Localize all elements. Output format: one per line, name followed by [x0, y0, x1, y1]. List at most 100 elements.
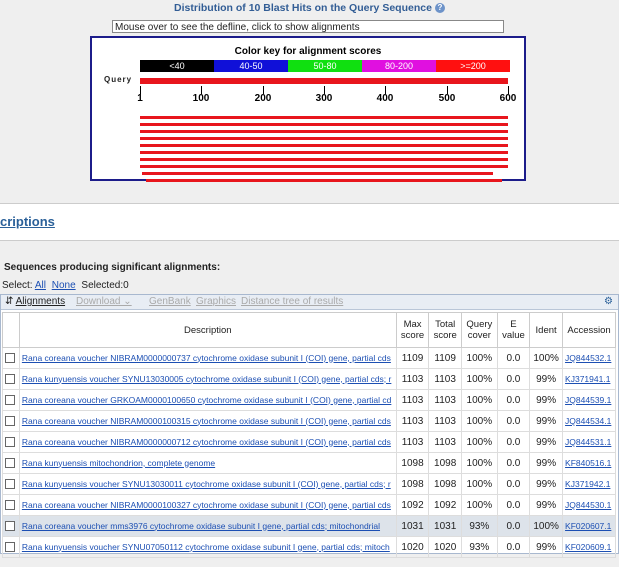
- col-total-score[interactable]: Total score: [428, 312, 462, 348]
- ident: 99%: [529, 410, 564, 432]
- col-e-value[interactable]: E value: [496, 312, 531, 348]
- hit-bar[interactable]: [142, 172, 493, 175]
- e-value: 0.0: [496, 431, 531, 453]
- description-link[interactable]: Rana coreana voucher NIBRAM0000000737 cy…: [22, 353, 391, 363]
- row-description: Rana coreana voucher NIBRAM0000000737 cy…: [18, 347, 397, 369]
- gear-icon[interactable]: ⚙: [604, 295, 613, 309]
- hit-distribution-graph[interactable]: Color key for alignment scores <40 40-50…: [90, 36, 526, 182]
- max-score: 1103: [395, 368, 430, 390]
- download-button[interactable]: Download ⌄: [76, 295, 132, 309]
- results-toolbar: ⇵ Alignments Download ⌄ GenBank Graphics…: [1, 295, 618, 310]
- col-accession[interactable]: Accession: [562, 312, 616, 348]
- select-all-link[interactable]: All: [35, 280, 46, 291]
- accession-link[interactable]: KF020607.1: [565, 521, 611, 531]
- col-description[interactable]: Description: [18, 312, 397, 348]
- hit-bar[interactable]: [140, 165, 508, 168]
- hit-bar[interactable]: [140, 130, 508, 133]
- row-description: Rana kunyuensis voucher SYNU13030011 cyt…: [18, 473, 397, 495]
- help-icon[interactable]: ?: [434, 3, 445, 14]
- table-row[interactable]: Rana kunyuensis mitochondrion, complete …: [2, 452, 616, 474]
- alignments-button[interactable]: ⇵ Alignments: [5, 295, 65, 309]
- description-link[interactable]: Rana coreana voucher GRKOAM0000100650 cy…: [22, 395, 391, 405]
- descriptions-link[interactable]: criptions: [0, 214, 55, 229]
- table-row[interactable]: Rana coreana voucher GRKOAM0000100650 cy…: [2, 389, 616, 411]
- results-table: Description Max score Total score Query …: [2, 312, 616, 558]
- row-checkbox[interactable]: [2, 431, 20, 453]
- accession: KF840516.1: [562, 452, 616, 474]
- e-value: 0.0: [496, 494, 531, 516]
- ruler-tick-label: 600: [499, 93, 517, 104]
- color-key-title: Color key for alignment scores: [234, 46, 382, 57]
- accession-link[interactable]: KF020609.1: [565, 542, 611, 552]
- description-link[interactable]: Rana coreana voucher NIBRAM0000100315 cy…: [22, 416, 391, 426]
- hit-bar[interactable]: [140, 137, 508, 140]
- accession-link[interactable]: JQ844530.1: [565, 500, 611, 510]
- genbank-link[interactable]: GenBank: [149, 295, 191, 309]
- ident: 99%: [529, 494, 564, 516]
- query-cover: 100%: [461, 473, 498, 495]
- table-row[interactable]: Rana coreana voucher NIBRAM0000000712 cy…: [2, 431, 616, 453]
- accession-link[interactable]: KF840516.1: [565, 458, 611, 468]
- row-checkbox[interactable]: [2, 536, 20, 558]
- hit-bar[interactable]: [140, 116, 508, 119]
- accession-link[interactable]: JQ844532.1: [565, 353, 611, 363]
- col-query-cover[interactable]: Query cover: [461, 312, 498, 348]
- description-link[interactable]: Rana coreana voucher NIBRAM0000000712 cy…: [22, 437, 391, 447]
- accession-link[interactable]: JQ844534.1: [565, 416, 611, 426]
- descriptions-header[interactable]: criptions: [0, 203, 619, 241]
- total-score: 1031: [428, 515, 462, 537]
- graphics-link[interactable]: Graphics: [196, 295, 236, 309]
- query-cover: 100%: [461, 347, 498, 369]
- row-checkbox[interactable]: [2, 494, 20, 516]
- accession-link[interactable]: JQ844531.1: [565, 437, 611, 447]
- ruler-tick-label: 200: [254, 93, 272, 104]
- description-link[interactable]: Rana kunyuensis voucher SYNU07050112 cyt…: [22, 542, 390, 552]
- table-row[interactable]: Rana coreana voucher mms3976 cytochrome …: [2, 515, 616, 537]
- row-checkbox[interactable]: [2, 347, 20, 369]
- accession: KF020609.1: [562, 536, 616, 558]
- ident: 100%: [529, 515, 564, 537]
- table-row[interactable]: Rana coreana voucher NIBRAM0000100315 cy…: [2, 410, 616, 432]
- description-link[interactable]: Rana kunyuensis voucher SYNU13030005 cyt…: [22, 374, 391, 384]
- description-link[interactable]: Rana kunyuensis mitochondrion, complete …: [22, 458, 215, 468]
- description-link[interactable]: Rana coreana voucher NIBRAM0000100327 cy…: [22, 500, 391, 510]
- description-link[interactable]: Rana coreana voucher mms3976 cytochrome …: [22, 521, 380, 531]
- row-checkbox[interactable]: [2, 452, 20, 474]
- row-description: Rana coreana voucher GRKOAM0000100650 cy…: [18, 389, 397, 411]
- max-score: 1098: [395, 473, 430, 495]
- table-row[interactable]: Rana coreana voucher NIBRAM0000000737 cy…: [2, 347, 616, 369]
- hit-bar[interactable]: [140, 158, 508, 161]
- graph-title: Distribution of 10 Blast Hits on the Que…: [0, 2, 619, 14]
- col-ident[interactable]: Ident: [529, 312, 564, 348]
- accession-link[interactable]: JQ844539.1: [565, 395, 611, 405]
- select-none-link[interactable]: None: [52, 280, 76, 291]
- sequences-title: Sequences producing significant alignmen…: [4, 262, 221, 273]
- accession-link[interactable]: KJ371941.1: [565, 374, 610, 384]
- table-row[interactable]: Rana coreana voucher NIBRAM0000100327 cy…: [2, 494, 616, 516]
- row-checkbox[interactable]: [2, 368, 20, 390]
- row-checkbox[interactable]: [2, 515, 20, 537]
- hit-bar[interactable]: [145, 179, 502, 182]
- row-checkbox[interactable]: [2, 410, 20, 432]
- description-link[interactable]: Rana kunyuensis voucher SYNU13030011 cyt…: [22, 479, 391, 489]
- e-value: 0.0: [496, 347, 531, 369]
- row-description: Rana coreana voucher NIBRAM0000000712 cy…: [18, 431, 397, 453]
- col-max-score[interactable]: Max score: [395, 312, 430, 348]
- row-description: Rana coreana voucher NIBRAM0000100327 cy…: [18, 494, 397, 516]
- e-value: 0.0: [496, 389, 531, 411]
- accession-link[interactable]: KJ371942.1: [565, 479, 610, 489]
- hit-bar[interactable]: [140, 123, 508, 126]
- table-row[interactable]: Rana kunyuensis voucher SYNU13030011 cyt…: [2, 473, 616, 495]
- hit-bar[interactable]: [140, 144, 508, 147]
- accession: KJ371942.1: [562, 473, 616, 495]
- table-row[interactable]: Rana kunyuensis voucher SYNU13030005 cyt…: [2, 368, 616, 390]
- row-checkbox[interactable]: [2, 473, 20, 495]
- total-score: 1103: [428, 410, 462, 432]
- table-row[interactable]: Rana kunyuensis voucher SYNU07050112 cyt…: [2, 536, 616, 558]
- e-value: 0.0: [496, 368, 531, 390]
- accession: KF020607.1: [562, 515, 616, 537]
- hit-bar[interactable]: [140, 151, 508, 154]
- row-checkbox[interactable]: [2, 389, 20, 411]
- accession: JQ844534.1: [562, 410, 616, 432]
- distance-tree-link[interactable]: Distance tree of results: [241, 295, 343, 309]
